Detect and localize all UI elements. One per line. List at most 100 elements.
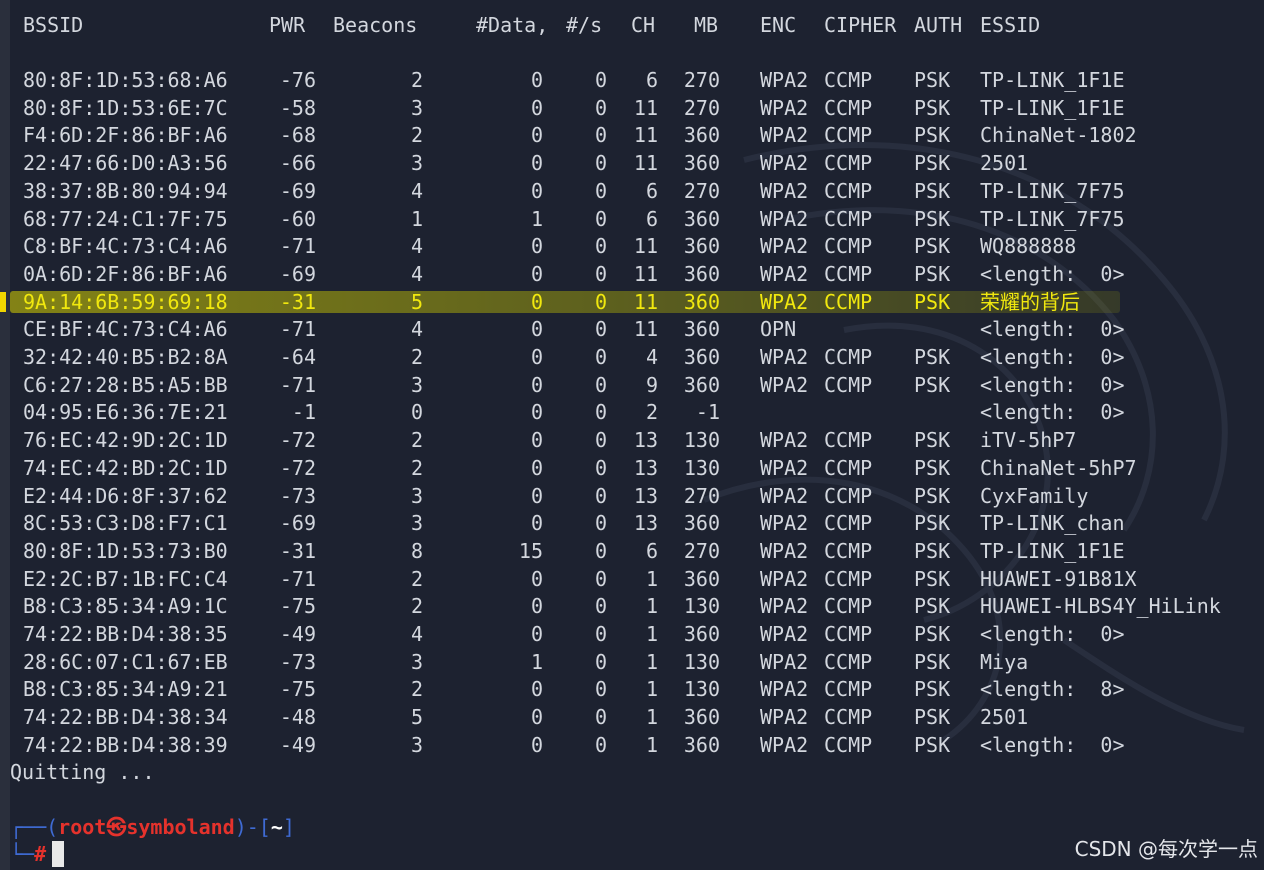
cell-beacons: 4 [410,622,423,646]
cell-cipher: CCMP [824,649,873,674]
cell-cipher: CCMP [824,455,873,480]
cell-data: 0 [530,455,543,480]
cell-pwr: -76 [279,68,316,92]
cell-data-rate: 0 [594,68,607,92]
cell-pwr: -73 [279,483,316,508]
cell-essid: TP-LINK_7F75 [980,178,1125,203]
cell-pwr: -64 [279,345,316,369]
cell-data: 0 [530,178,543,203]
cell-cipher: CCMP [824,705,873,730]
cell-pwr: -69 [279,178,316,203]
cell-bssid: E2:44:D6:8F:37:62 [23,483,228,508]
cell-data: 0 [530,345,543,369]
cell-mb: 130 [683,594,720,619]
cell-pwr: -69 [279,511,316,536]
cell-auth: PSK [914,123,951,148]
cell-cipher: CCMP [824,677,873,702]
cell-channel: 1 [645,622,658,646]
cell-channel: 6 [645,68,658,92]
cell-bssid: 76:EC:42:9D:2C:1D [23,428,228,453]
cell-data-rate: 0 [594,317,607,342]
cell-essid: 荣耀的背后 [980,289,1080,314]
cell-bssid: 28:6C:07:C1:67:EB [23,649,228,674]
cell-enc: WPA2 [760,372,809,397]
cell-bssid: 32:42:40:B5:B2:8A [23,345,228,369]
cell-beacons: 3 [410,151,423,176]
cell-cipher: CCMP [824,151,873,176]
cell-beacons: 3 [410,649,423,674]
cell-auth: PSK [914,732,951,757]
cell-essid: <length: 0> [980,345,1125,369]
cell-essid: <length: 0> [980,732,1125,757]
cell-cipher: CCMP [824,372,873,397]
cell-data-rate: 0 [594,732,607,757]
cell-cipher: CCMP [824,428,873,453]
cell-pwr: -48 [279,705,316,730]
cell-enc: WPA2 [760,732,809,757]
cell-channel: 11 [633,317,658,342]
cell-data-rate: 0 [594,289,607,314]
cell-essid: TP-LINK_1F1E [980,68,1125,92]
cell-enc: WPA2 [760,261,809,286]
cell-pwr: -72 [279,428,316,453]
cell-enc: OPN [760,317,797,342]
cell-data-rate: 0 [594,594,607,619]
cell-data: 0 [530,677,543,702]
cell-enc: WPA2 [760,455,809,480]
cell-data-rate: 0 [594,538,607,563]
cell-cipher: CCMP [824,511,873,536]
cell-mb: 360 [683,206,720,231]
cell-bssid: F4:6D:2F:86:BF:A6 [23,123,228,148]
cell-beacons: 2 [410,677,423,702]
cell-mb: 360 [683,345,720,369]
cell-bssid: 8C:53:C3:D8:F7:C1 [23,511,228,536]
cell-data-rate: 0 [594,566,607,591]
cell-bssid: 68:77:24:C1:7F:75 [23,206,228,231]
cell-auth: PSK [914,538,951,563]
cell-channel: 1 [645,732,658,757]
cell-data-rate: 0 [594,705,607,730]
cell-channel: 13 [633,455,658,480]
cell-channel: 1 [645,594,658,619]
cell-data: 1 [530,206,543,231]
cell-enc: WPA2 [760,594,809,619]
shell-input-line[interactable]: └─# [10,841,65,868]
cell-channel: 11 [633,95,658,120]
cell-channel: 11 [633,261,658,286]
cell-cipher: CCMP [824,234,873,259]
cell-pwr: -31 [279,289,316,314]
cell-essid: 2501 [980,705,1029,730]
terminal-cursor[interactable] [52,841,65,867]
cell-channel: 11 [633,234,658,259]
cell-mb: 360 [683,705,720,730]
cell-mb: 360 [683,151,720,176]
cell-pwr: -60 [279,206,316,231]
cell-mb: 270 [683,68,720,92]
cell-bssid: 74:EC:42:BD:2C:1D [23,455,228,480]
header-enc: ENC [760,13,797,37]
cell-data: 0 [530,317,543,342]
cell-enc: WPA2 [760,206,809,231]
cell-mb: 360 [683,566,720,591]
cell-beacons: 5 [410,289,423,314]
cell-beacons: 1 [410,206,423,231]
highlight-edge-marker [0,292,6,312]
cell-essid: <length: 8> [980,677,1125,702]
cell-data-rate: 0 [594,261,607,286]
cell-auth: PSK [914,455,951,480]
cell-auth: PSK [914,428,951,453]
terminal-window[interactable]: BSSID PWR Beacons #Data, #/s CH MB ENC C… [0,0,1264,870]
cell-auth: PSK [914,649,951,674]
cell-mb: 360 [683,317,720,342]
cell-mb: 270 [683,483,720,508]
cell-data: 0 [530,483,543,508]
cell-cipher: CCMP [824,289,873,314]
cell-mb: 360 [683,261,720,286]
cell-bssid: B8:C3:85:34:A9:1C [23,594,228,619]
cell-mb: 360 [683,732,720,757]
cell-bssid: C8:BF:4C:73:C4:A6 [23,234,228,259]
prompt-box-mid: )-[ [234,815,271,839]
cell-bssid: 80:8F:1D:53:6E:7C [23,95,228,120]
cell-pwr: -71 [279,372,316,397]
cell-enc: WPA2 [760,511,809,536]
